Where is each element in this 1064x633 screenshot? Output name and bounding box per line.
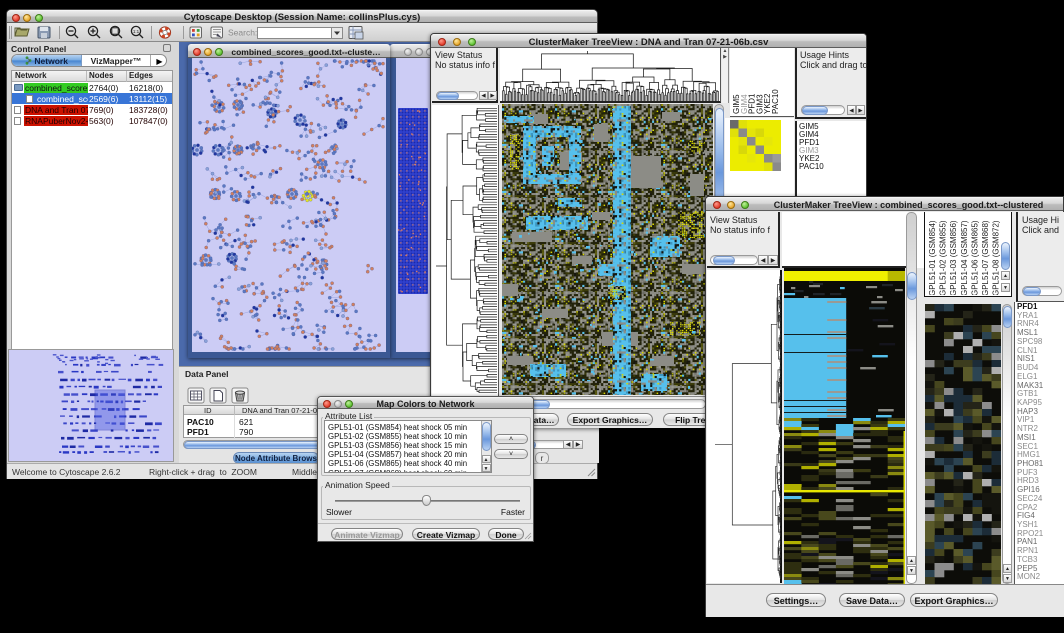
svg-text:1:1: 1:1 [133,29,140,34]
svg-text:GPL51-04 (GSM857): GPL51-04 (GSM857) [960,220,969,295]
svg-text:GPL51-08 (GSM872): GPL51-08 (GSM872) [992,220,1001,295]
svg-text:GPL51-01 (GSM854): GPL51-01 (GSM854) [928,220,937,295]
svg-text:PAC10: PAC10 [771,89,780,114]
svg-text:GPL51-06 (GSM865): GPL51-06 (GSM865) [970,220,979,295]
svg-text:GPL51-03 (GSM856): GPL51-03 (GSM856) [949,220,958,295]
svg-text:GPL51-02 (GSM855): GPL51-02 (GSM855) [939,220,948,295]
svg-text:GPL51-07 (GSM868): GPL51-07 (GSM868) [981,220,990,295]
svg-text:Search:: Search: [228,28,257,38]
